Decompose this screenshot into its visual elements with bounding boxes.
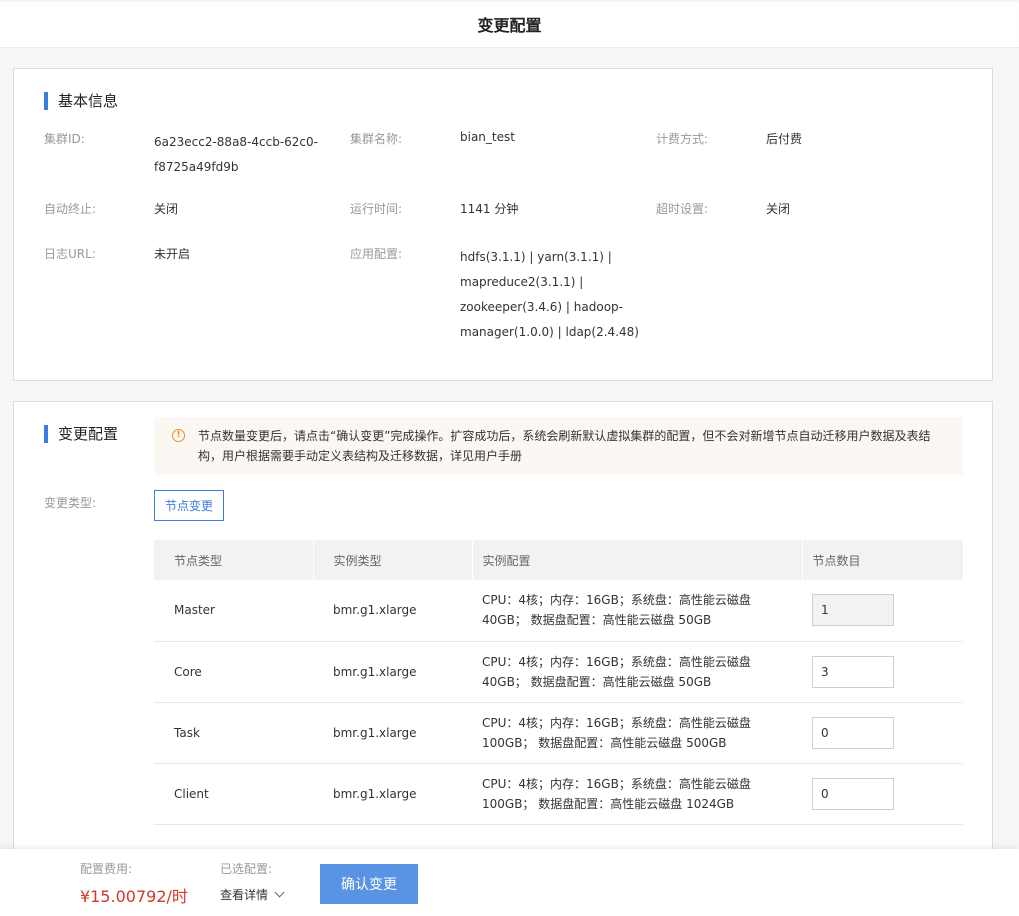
- table-row: Core bmr.g1.xlarge CPU：4核；内存：16GB；系统盘：高性…: [154, 641, 963, 703]
- instance-config-cell: CPU：4核；内存：16GB；系统盘：高性能云磁盘 40GB； 数据盘配置：高性…: [472, 580, 802, 642]
- change-config-card: 变更配置 ! 节点数量变更后，请点击“确认变更”完成操作。扩容成功后，系统会刷新…: [13, 401, 993, 861]
- timeout-value: 关闭: [766, 202, 791, 216]
- cluster-id-value: 6a23ecc2-88a8-4ccb-62c0- f8725a49fd9b: [154, 130, 318, 180]
- page-title: 变更配置: [477, 15, 542, 35]
- notice-banner: ! 节点数量变更后，请点击“确认变更”完成操作。扩容成功后，系统会刷新默认虚拟集…: [154, 417, 963, 475]
- client-count-input[interactable]: [812, 777, 894, 810]
- config-line: 100GB； 数据盘配置：高性能云磁盘 1024GB: [482, 796, 735, 811]
- node-type-cell: Core: [154, 641, 313, 703]
- log-url-label: 日志URL:: [44, 247, 96, 261]
- node-count-cell: [802, 702, 963, 764]
- basic-info-card: 基本信息 集群ID: 6a23ecc2-88a8-4ccb-62c0- f872…: [13, 68, 993, 381]
- chevron-down-icon: [274, 887, 285, 898]
- instance-type-cell: bmr.g1.xlarge: [313, 702, 472, 764]
- app-config-label: 应用配置:: [350, 247, 403, 261]
- config-line: 40GB； 数据盘配置：高性能云磁盘 50GB: [482, 613, 712, 628]
- basic-info-title: 基本信息: [44, 91, 118, 111]
- runtime-label: 运行时间:: [350, 202, 403, 216]
- config-line: 40GB； 数据盘配置：高性能云磁盘 50GB: [482, 674, 712, 689]
- runtime-value: 1141 分钟: [460, 202, 519, 216]
- node-change-button[interactable]: 节点变更: [154, 490, 224, 521]
- master-count-input: [812, 594, 894, 627]
- node-count-cell: [802, 580, 963, 642]
- table-row: Master bmr.g1.xlarge CPU：4核；内存：16GB；系统盘：…: [154, 580, 963, 642]
- table-row: Task bmr.g1.xlarge CPU：4核；内存：16GB；系统盘：高性…: [154, 702, 963, 764]
- selected-config-label: 已选配置:: [220, 862, 273, 876]
- node-table: 节点类型 实例类型 实例配置 节点数目 Master bmr.g1.xlarge…: [154, 540, 963, 825]
- node-type-cell: Master: [154, 580, 313, 642]
- warning-icon: !: [172, 429, 185, 442]
- auto-stop-value: 关闭: [154, 202, 179, 216]
- config-line: CPU：4核；内存：16GB；系统盘：高性能云磁盘: [482, 715, 751, 730]
- cluster-id-label: 集群ID:: [44, 132, 85, 146]
- view-details-link[interactable]: 查看详情: [220, 886, 285, 903]
- app-config-line: manager(1.0.0) | ldap(2.4.48): [460, 325, 639, 339]
- node-count-cell: [802, 641, 963, 703]
- config-line: CPU：4核；内存：16GB；系统盘：高性能云磁盘: [482, 654, 751, 669]
- instance-config-cell: CPU：4核；内存：16GB；系统盘：高性能云磁盘 40GB； 数据盘配置：高性…: [472, 641, 802, 703]
- column-header-instance-type: 实例类型: [313, 540, 473, 580]
- column-header-node-type: 节点类型: [154, 540, 314, 580]
- node-count-cell: [802, 763, 963, 825]
- app-config-line: hdfs(3.1.1) | yarn(3.1.1) |: [460, 250, 612, 264]
- log-url-value: 未开启: [154, 247, 191, 261]
- task-count-input[interactable]: [812, 716, 894, 749]
- timeout-label: 超时设置:: [656, 202, 709, 216]
- table-header-row: 节点类型 实例类型 实例配置 节点数目: [154, 540, 963, 580]
- billing-value: 后付费: [766, 132, 803, 146]
- node-type-cell: Client: [154, 763, 313, 825]
- app-config-line: zookeeper(3.4.6) | hadoop-: [460, 300, 623, 314]
- table-row: Client bmr.g1.xlarge CPU：4核；内存：16GB；系统盘：…: [154, 763, 963, 825]
- config-line: CPU：4核；内存：16GB；系统盘：高性能云磁盘: [482, 776, 751, 791]
- change-type-label: 变更类型:: [44, 496, 97, 510]
- column-header-instance-config: 实例配置: [472, 540, 803, 580]
- page-header: 变更配置: [0, 0, 1019, 48]
- instance-type-cell: bmr.g1.xlarge: [313, 641, 472, 703]
- instance-type-cell: bmr.g1.xlarge: [313, 763, 472, 825]
- billing-label: 计费方式:: [656, 132, 709, 146]
- cluster-name-value: bian_test: [460, 130, 515, 144]
- cluster-id-line1: 6a23ecc2-88a8-4ccb-62c0-: [154, 135, 318, 149]
- instance-config-cell: CPU：4核；内存：16GB；系统盘：高性能云磁盘 100GB； 数据盘配置：高…: [472, 702, 802, 764]
- cluster-id-line2: f8725a49fd9b: [154, 160, 239, 174]
- notice-text: 节点数量变更后，请点击“确认变更”完成操作。扩容成功后，系统会刷新默认虚拟集群的…: [198, 429, 931, 463]
- instance-type-cell: bmr.g1.xlarge: [313, 580, 472, 642]
- view-details-text: 查看详情: [220, 888, 269, 902]
- fee-value: ¥15.00792/时: [80, 887, 188, 906]
- app-config-line: mapreduce2(3.1.1) |: [460, 275, 584, 289]
- auto-stop-label: 自动终止:: [44, 202, 97, 216]
- config-line: CPU：4核；内存：16GB；系统盘：高性能云磁盘: [482, 593, 751, 608]
- node-type-cell: Task: [154, 702, 313, 764]
- instance-config-cell: CPU：4核；内存：16GB；系统盘：高性能云磁盘 100GB； 数据盘配置：高…: [472, 763, 802, 825]
- core-count-input[interactable]: [812, 655, 894, 688]
- column-header-node-count: 节点数目: [802, 540, 963, 580]
- change-config-title: 变更配置: [44, 424, 118, 444]
- fee-label: 配置费用:: [80, 862, 133, 876]
- cluster-name-label: 集群名称:: [350, 132, 403, 146]
- footer-bar: 配置费用: ¥15.00792/时 已选配置: 查看详情 确认变更: [0, 849, 1019, 916]
- config-line: 100GB； 数据盘配置：高性能云磁盘 500GB: [482, 735, 727, 750]
- confirm-change-button[interactable]: 确认变更: [320, 864, 418, 904]
- app-config-value: hdfs(3.1.1) | yarn(3.1.1) | mapreduce2(3…: [460, 245, 639, 345]
